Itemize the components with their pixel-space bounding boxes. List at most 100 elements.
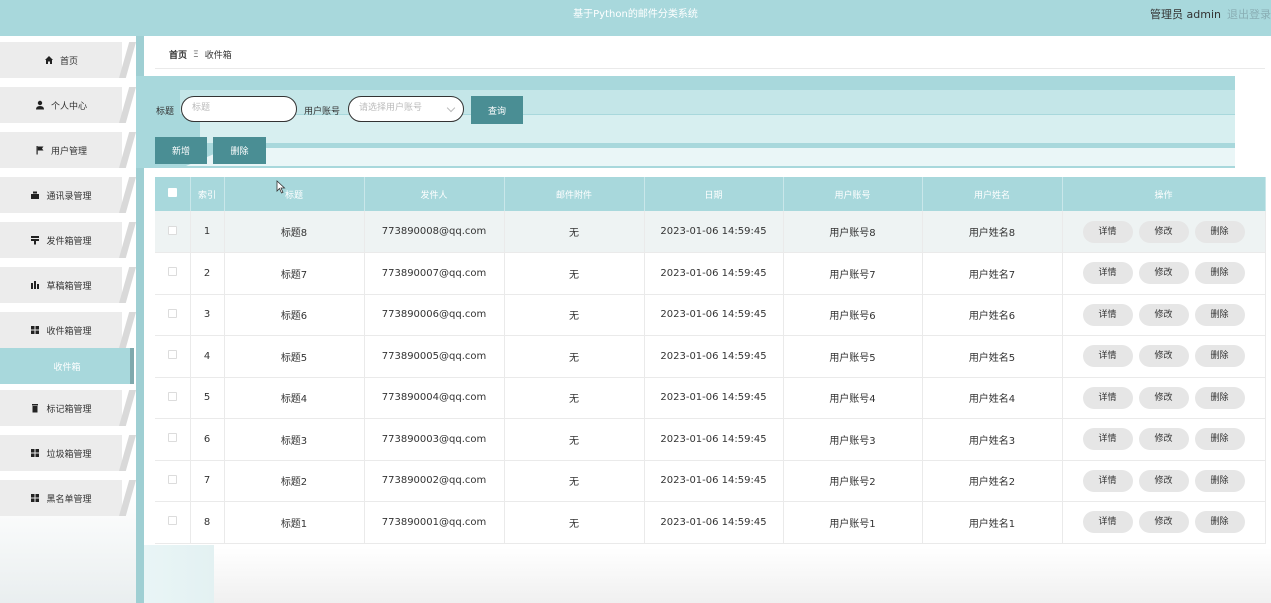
breadcrumb: 首页 Ξ 收件箱 bbox=[155, 41, 1265, 69]
edit-button[interactable]: 修改 bbox=[1138, 345, 1189, 368]
add-button[interactable]: 新增 bbox=[155, 137, 207, 164]
cell-sender: 773890004@qq.com bbox=[364, 377, 505, 419]
row-checkbox[interactable] bbox=[167, 433, 177, 443]
row-select-cell[interactable] bbox=[155, 460, 191, 502]
row-select-cell[interactable] bbox=[155, 377, 191, 419]
detail-button[interactable]: 详情 bbox=[1082, 303, 1133, 326]
edit-button[interactable]: 修改 bbox=[1138, 469, 1189, 492]
query-button[interactable]: 查询 bbox=[471, 96, 523, 124]
account-select[interactable]: 请选择用户账号 bbox=[348, 96, 464, 122]
row-checkbox[interactable] bbox=[167, 267, 177, 277]
sidebar-item-label: 用户管理 bbox=[50, 146, 87, 157]
sidebar-subitem-inbox[interactable]: 收件箱 bbox=[0, 348, 134, 384]
top-bar: 基于Python的邮件分类系统 管理员 admin 退出登录 bbox=[0, 0, 1271, 36]
batch-delete-button[interactable]: 删除 bbox=[213, 137, 266, 164]
delete-button[interactable]: 删除 bbox=[1194, 386, 1245, 409]
cell-title: 标题2 bbox=[224, 460, 365, 502]
breadcrumb-current: 收件箱 bbox=[204, 51, 232, 61]
sidebar-item-spam[interactable]: 垃圾箱管理 bbox=[0, 435, 136, 471]
table-header-row: 索引 标题 发件人 邮件附件 日期 用户账号 用户姓名 操作 bbox=[155, 177, 1266, 211]
breadcrumb-home[interactable]: 首页 bbox=[169, 48, 187, 61]
delete-button[interactable]: 删除 bbox=[1194, 428, 1245, 451]
table-row: 6 标题3 773890003@qq.com 无 2023-01-06 14:59:45… bbox=[155, 418, 1266, 461]
detail-button[interactable]: 详情 bbox=[1082, 345, 1133, 368]
user-area: 管理员 admin 退出登录 bbox=[1150, 0, 1271, 30]
sidebar-item-profile[interactable]: 个人中心 bbox=[0, 87, 136, 123]
delete-button[interactable]: 删除 bbox=[1194, 220, 1245, 243]
cell-date: 2023-01-06 14:59:45 bbox=[644, 460, 784, 502]
detail-button[interactable]: 详情 bbox=[1082, 220, 1133, 243]
row-select-cell[interactable] bbox=[155, 335, 191, 378]
title-search-input[interactable]: 标题 bbox=[181, 96, 297, 122]
sidebar-item-blacklist[interactable]: 黑名单管理 bbox=[0, 480, 136, 516]
delete-button[interactable]: 删除 bbox=[1194, 511, 1245, 534]
sidebar-item-drafts[interactable]: 草稿箱管理 bbox=[0, 267, 136, 303]
cell-date: 2023-01-06 14:59:45 bbox=[644, 294, 784, 336]
row-checkbox[interactable] bbox=[167, 391, 177, 401]
row-select-cell[interactable] bbox=[155, 211, 191, 253]
col-sender: 发件人 bbox=[364, 177, 505, 211]
sidebar-item-contacts[interactable]: 通讯录管理 bbox=[0, 177, 136, 213]
title-label: 标题 bbox=[156, 107, 175, 117]
detail-button[interactable]: 详情 bbox=[1082, 428, 1133, 451]
cell-attachment: 无 bbox=[504, 294, 645, 336]
cell-actions: 详情 修改 删除 bbox=[1062, 252, 1266, 295]
detail-button[interactable]: 详情 bbox=[1082, 386, 1133, 409]
row-select-cell[interactable] bbox=[155, 294, 191, 336]
table-row: 4 标题5 773890005@qq.com 无 2023-01-06 14:59:45… bbox=[155, 335, 1266, 378]
cell-account: 用户账号3 bbox=[783, 418, 923, 461]
cell-attachment: 无 bbox=[504, 335, 645, 378]
cell-date: 2023-01-06 14:59:45 bbox=[644, 377, 784, 419]
delete-button[interactable]: 删除 bbox=[1194, 262, 1245, 285]
row-checkbox[interactable] bbox=[167, 516, 177, 526]
delete-button[interactable]: 删除 bbox=[1194, 345, 1245, 368]
sidebar-item-outbox[interactable]: 发件箱管理 bbox=[0, 222, 136, 258]
cell-index: 1 bbox=[190, 211, 225, 253]
sidebar-item-inbox[interactable]: 收件箱管理 bbox=[0, 312, 136, 348]
detail-button[interactable]: 详情 bbox=[1082, 469, 1133, 492]
grid-icon bbox=[30, 493, 40, 503]
cell-title: 标题1 bbox=[224, 501, 365, 544]
cell-attachment: 无 bbox=[504, 501, 645, 544]
system-title: 基于Python的邮件分类系统 bbox=[573, 9, 698, 20]
cell-sender: 773890008@qq.com bbox=[364, 211, 505, 253]
detail-button[interactable]: 详情 bbox=[1082, 511, 1133, 534]
account-select-placeholder: 请选择用户账号 bbox=[359, 103, 423, 113]
edit-button[interactable]: 修改 bbox=[1138, 262, 1189, 285]
trash-can-icon bbox=[30, 403, 40, 413]
sidebar-item-label: 发件箱管理 bbox=[46, 236, 92, 247]
grid-icon bbox=[30, 448, 40, 458]
cell-name: 用户姓名6 bbox=[922, 294, 1063, 336]
sidebar-item-home[interactable]: 首页 bbox=[0, 42, 136, 78]
sidebar-item-marked[interactable]: 标记箱管理 bbox=[0, 390, 136, 426]
detail-button[interactable]: 详情 bbox=[1082, 262, 1133, 285]
edit-button[interactable]: 修改 bbox=[1138, 220, 1189, 243]
logout-link[interactable]: 退出登录 bbox=[1227, 8, 1271, 21]
home-icon bbox=[44, 55, 54, 65]
cell-name: 用户姓名4 bbox=[922, 377, 1063, 419]
edit-button[interactable]: 修改 bbox=[1138, 511, 1189, 534]
select-all-header[interactable] bbox=[155, 177, 191, 211]
delete-button[interactable]: 删除 bbox=[1194, 469, 1245, 492]
delete-button[interactable]: 删除 bbox=[1194, 303, 1245, 326]
edit-button[interactable]: 修改 bbox=[1138, 303, 1189, 326]
cell-attachment: 无 bbox=[504, 252, 645, 295]
cell-account: 用户账号6 bbox=[783, 294, 923, 336]
row-checkbox[interactable] bbox=[167, 350, 177, 360]
grid-icon bbox=[30, 325, 40, 335]
row-select-cell[interactable] bbox=[155, 501, 191, 544]
row-select-cell[interactable] bbox=[155, 252, 191, 295]
sidebar-item-users[interactable]: 用户管理 bbox=[0, 132, 136, 168]
select-all-checkbox[interactable] bbox=[167, 188, 177, 197]
row-checkbox[interactable] bbox=[167, 474, 177, 484]
edit-button[interactable]: 修改 bbox=[1138, 386, 1189, 409]
edit-button[interactable]: 修改 bbox=[1138, 428, 1189, 451]
cell-actions: 详情 修改 删除 bbox=[1062, 501, 1266, 544]
row-select-cell[interactable] bbox=[155, 418, 191, 461]
cell-index: 8 bbox=[190, 501, 225, 544]
row-checkbox[interactable] bbox=[167, 225, 177, 235]
table-row: 7 标题2 773890002@qq.com 无 2023-01-06 14:59:45… bbox=[155, 460, 1266, 502]
row-checkbox[interactable] bbox=[167, 308, 177, 318]
cell-date: 2023-01-06 14:59:45 bbox=[644, 252, 784, 295]
cell-attachment: 无 bbox=[504, 377, 645, 419]
